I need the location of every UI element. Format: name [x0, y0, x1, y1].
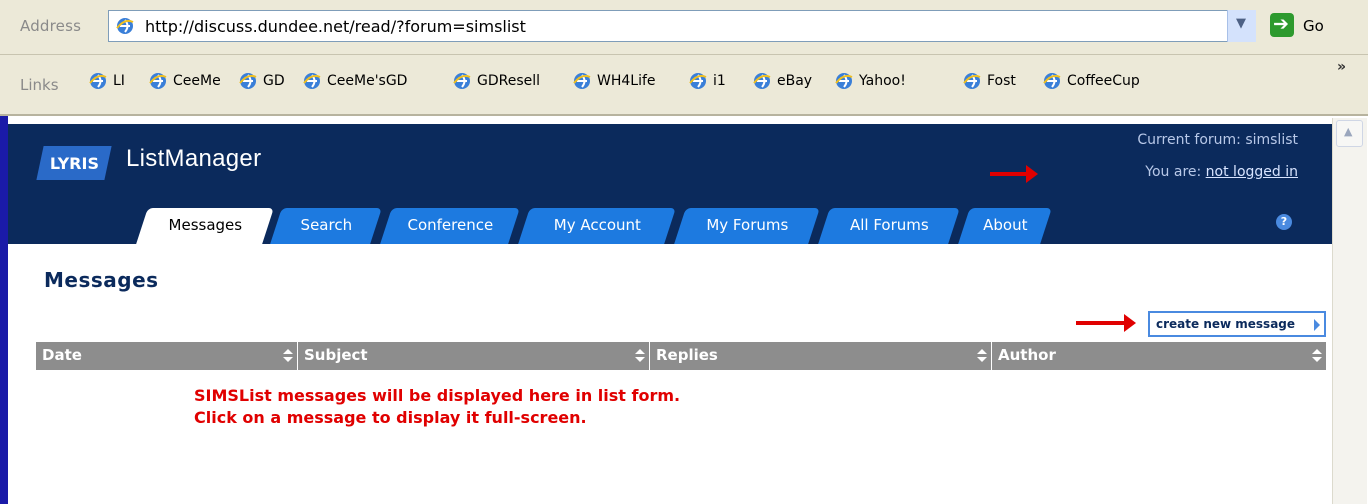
chevron-down-icon: ▼ [1236, 16, 1246, 31]
link-label: eBay [777, 73, 813, 89]
link-label: CeeMe'sGD [327, 73, 408, 89]
link-item[interactable]: GD [238, 71, 285, 97]
sort-icon[interactable] [1312, 349, 1322, 363]
annotation-arrow-create [1076, 314, 1136, 332]
column-replies[interactable]: Replies [650, 342, 992, 370]
tab-label: Conference [407, 216, 494, 234]
ie-page-icon [572, 71, 592, 91]
ie-page-icon [688, 71, 708, 91]
link-label: Yahoo! [859, 73, 906, 89]
link-item[interactable]: Yahoo! [834, 71, 906, 97]
tab-my-forums[interactable]: My Forums [674, 208, 820, 244]
tab-label: My Account [553, 216, 641, 234]
tab-conference[interactable]: Conference [380, 208, 520, 244]
ie-page-icon [115, 16, 135, 36]
tab-about[interactable]: About [958, 208, 1052, 244]
tab-label: Messages [168, 216, 243, 234]
link-item[interactable]: i1 [688, 71, 726, 97]
sort-icon[interactable] [635, 349, 645, 363]
address-input[interactable]: http://discuss.dundee.net/read/?forum=si… [108, 10, 1256, 42]
create-new-message-button[interactable]: create new message [1148, 311, 1326, 337]
tab-label: About [983, 216, 1028, 234]
link-item[interactable]: WH4Life [572, 71, 656, 97]
link-label: Fost [987, 73, 1016, 89]
login-status: You are: not logged in [1145, 164, 1298, 180]
product-name: ListManager [126, 145, 262, 172]
ie-page-icon [452, 71, 472, 91]
link-label: CoffeeCup [1067, 73, 1140, 89]
go-label: Go [1303, 17, 1324, 35]
sort-icon[interactable] [977, 349, 987, 363]
link-item[interactable]: CeeMe'sGD [302, 71, 407, 97]
ie-page-icon [302, 71, 322, 91]
column-subject-label: Subject [304, 346, 368, 364]
ie-page-icon [1042, 71, 1062, 91]
tab-search[interactable]: Search [270, 208, 382, 244]
link-label: WH4Life [597, 73, 656, 89]
note-line-2: Click on a message to display it full-sc… [194, 408, 587, 427]
scroll-up-button[interactable]: ▲ [1336, 120, 1363, 147]
column-date-label: Date [42, 346, 82, 364]
note-line-1: SIMSList messages will be displayed here… [194, 386, 681, 405]
chevron-up-icon: ▲ [1344, 125, 1353, 138]
address-bar: Address http://discuss.dundee.net/read/?… [0, 0, 1368, 55]
link-item[interactable]: CeeMe [148, 71, 221, 97]
tab-my-account[interactable]: My Account [518, 208, 676, 244]
tab-messages[interactable]: Messages [136, 208, 274, 244]
page-title: Messages [44, 268, 159, 292]
link-item[interactable]: GDResell [452, 71, 540, 97]
link-item[interactable]: LI [88, 71, 125, 97]
ie-page-icon [752, 71, 772, 91]
column-author-label: Author [998, 346, 1056, 364]
vertical-scrollbar[interactable]: ▲ [1332, 118, 1367, 504]
address-label: Address [20, 17, 82, 35]
tab-label: Search [300, 216, 353, 234]
links-label: Links [20, 76, 59, 94]
link-label: GDResell [477, 73, 541, 89]
logo-text: LYRIS [49, 154, 99, 173]
messages-table-header: Date Subject Replies Author [36, 342, 1326, 370]
sort-icon[interactable] [283, 349, 293, 363]
link-item[interactable]: eBay [752, 71, 812, 97]
ie-page-icon [962, 71, 982, 91]
link-label: LI [113, 73, 125, 89]
link-item[interactable]: Fost [962, 71, 1016, 97]
tab-label: All Forums [849, 216, 929, 234]
column-replies-label: Replies [656, 346, 718, 364]
login-link[interactable]: not logged in [1206, 164, 1298, 180]
current-forum: Current forum: simslist [1137, 132, 1298, 148]
column-author[interactable]: Author [992, 342, 1326, 370]
frame-edge [0, 116, 8, 504]
address-url: http://discuss.dundee.net/read/?forum=si… [145, 17, 526, 36]
tab-all-forums[interactable]: All Forums [818, 208, 960, 244]
tab-label: My Forums [706, 216, 789, 234]
column-date[interactable]: Date [36, 342, 298, 370]
link-label: GD [263, 73, 285, 89]
ie-page-icon [238, 71, 258, 91]
annotation-arrow-login [990, 165, 1038, 183]
links-toolbar: Links LI CeeMe GD CeeMe'sGD GDResell WH4Life i… [0, 56, 1368, 116]
go-button[interactable]: ➔ Go [1267, 10, 1339, 42]
link-item[interactable]: CoffeeCup [1042, 71, 1140, 97]
ie-page-icon [88, 71, 108, 91]
link-label: CeeMe [173, 73, 221, 89]
link-label: i1 [713, 73, 726, 89]
chevron-right-icon [1314, 319, 1320, 331]
links-more-chevron[interactable]: » [1337, 59, 1346, 75]
you-are-label: You are: [1145, 164, 1206, 180]
address-dropdown-button[interactable]: ▼ [1227, 10, 1256, 42]
ie-page-icon [148, 71, 168, 91]
create-button-label: create new message [1156, 317, 1296, 331]
go-arrow-icon: ➔ [1270, 13, 1294, 37]
ie-page-icon [834, 71, 854, 91]
column-subject[interactable]: Subject [298, 342, 650, 370]
help-icon[interactable]: ? [1276, 214, 1292, 230]
